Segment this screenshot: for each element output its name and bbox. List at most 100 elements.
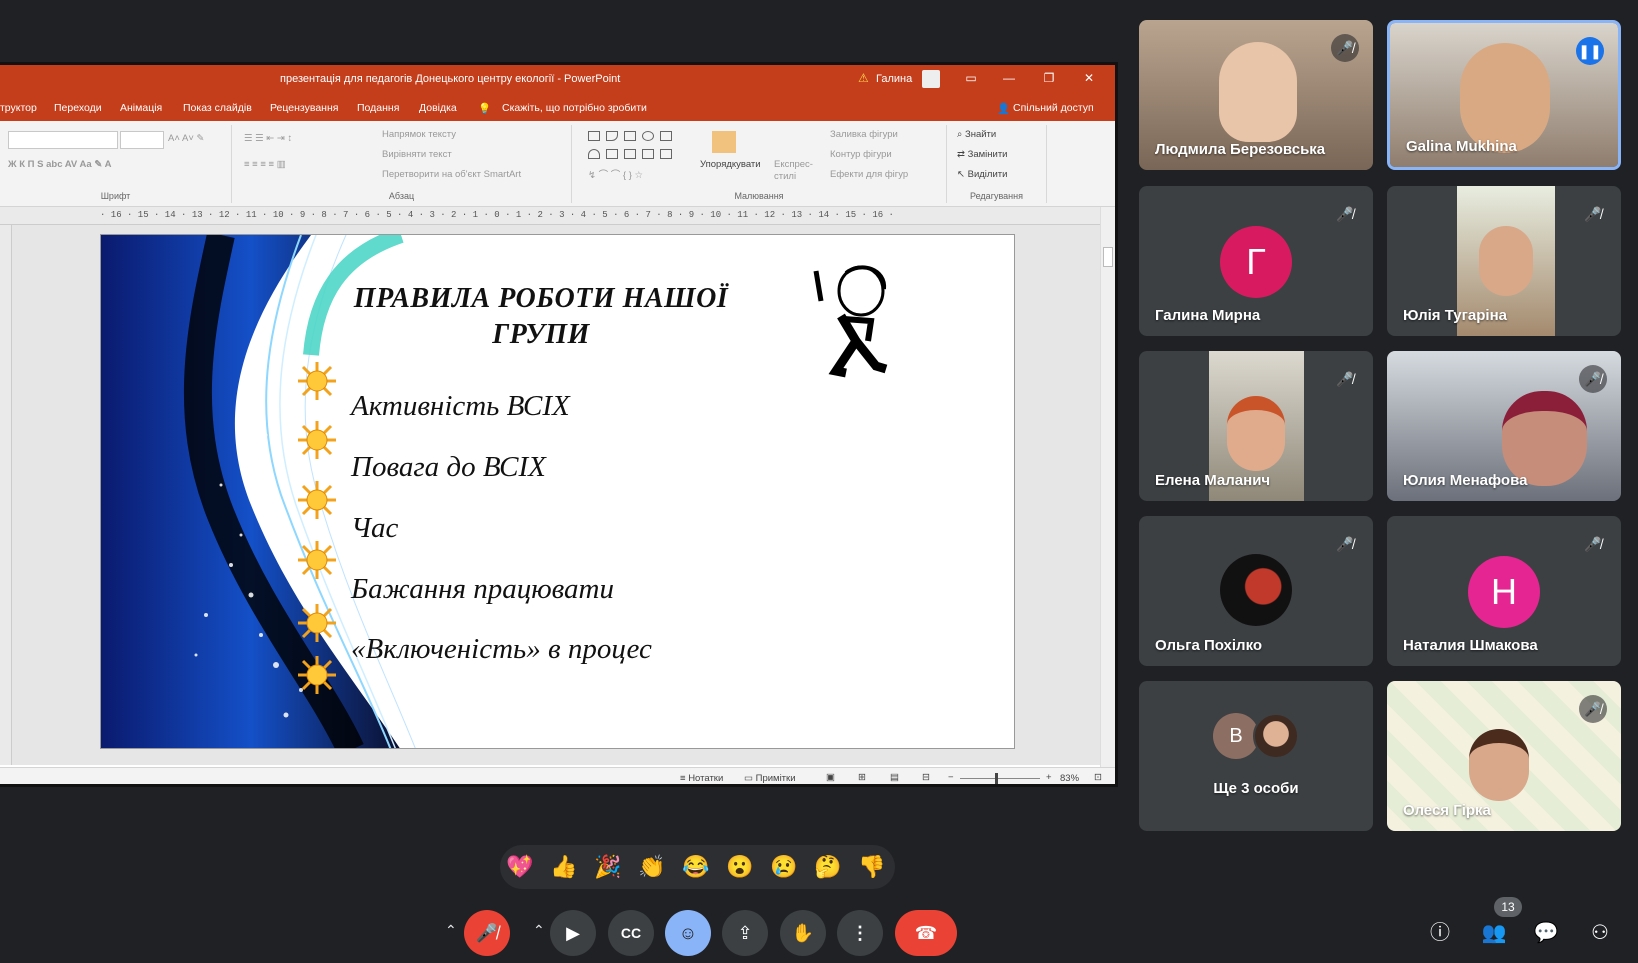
audio-options-chevron-icon[interactable]: ⌃ <box>445 922 457 939</box>
slide-title-line1: ПРАВИЛА РОБОТИ НАШОЇ <box>353 283 729 314</box>
ribbon: A˄ A˅ ✎ Ж К П S abc AV Aa ✎ A Шрифт ☰ ☰ … <box>0 121 1115 207</box>
notes-button[interactable]: ≡ Нотатки <box>680 773 723 784</box>
arrange-icon <box>712 131 736 153</box>
menu-transitions[interactable]: Переходи <box>54 102 102 114</box>
participant-tile[interactable]: Г 🎤̸ Галина Мирна <box>1139 186 1373 336</box>
zoom-slider[interactable] <box>960 778 1040 779</box>
participant-tile[interactable]: 🎤̸ Елена Маланич <box>1139 351 1373 501</box>
menu-slideshow[interactable]: Показ слайдів <box>183 102 252 114</box>
video-options-chevron-icon[interactable]: ⌃ <box>533 922 545 939</box>
menu-view[interactable]: Подання <box>357 102 399 114</box>
slide-bullet-1: Активність ВСІХ <box>351 390 570 422</box>
reaction-laugh[interactable]: 😂 <box>680 851 712 883</box>
menu-help[interactable]: Довідка <box>419 102 457 114</box>
minimize-icon[interactable]: — <box>1000 71 1018 89</box>
camera-icon[interactable]: ▶ <box>550 910 596 956</box>
close-icon[interactable]: ✕ <box>1080 71 1098 89</box>
zoom-level[interactable]: 83% <box>1060 773 1079 784</box>
speaking-icon: ❚❚ <box>1576 37 1604 65</box>
sun-bullet-icon <box>298 604 336 642</box>
user-avatar-icon[interactable] <box>922 70 940 88</box>
participant-tile[interactable]: 🎤̸ Юлия Менафова <box>1387 351 1621 501</box>
shape-outline-button[interactable]: Контур фігури <box>830 149 892 160</box>
avatar <box>1253 713 1299 759</box>
mic-off-icon[interactable]: 🎤̸ <box>464 910 510 956</box>
reading-view-icon[interactable]: ▤ <box>890 772 899 783</box>
vertical-scrollbar[interactable] <box>1100 207 1115 784</box>
people-icon[interactable]: 👥 <box>1476 915 1512 951</box>
participant-tile[interactable]: 🎤̸ Людмила Березовська <box>1139 20 1373 170</box>
text-direction-button[interactable]: Напрямок тексту <box>382 129 456 140</box>
emoji-icon[interactable]: ☺ <box>665 910 711 956</box>
normal-view-icon[interactable]: ▣ <box>826 772 835 783</box>
shape-effects-button[interactable]: Ефекти для фігур <box>830 169 908 180</box>
avatar: Г <box>1220 226 1292 298</box>
fit-slide-icon[interactable]: ⊡ <box>1094 772 1102 783</box>
participant-tile[interactable]: Н 🎤̸ Наталия Шмакова <box>1387 516 1621 666</box>
quick-styles-button[interactable]: Експрес-стилі <box>774 159 820 183</box>
activities-icon[interactable]: ⚇ <box>1582 915 1618 951</box>
reaction-party[interactable]: 🎉 <box>592 851 624 883</box>
participant-name: Людмила Березовська <box>1155 141 1326 158</box>
avatar <box>1220 554 1292 626</box>
hand-icon[interactable]: ✋ <box>780 910 826 956</box>
find-button[interactable]: Знайти <box>965 129 996 140</box>
end-call-icon[interactable]: ☎ <box>895 910 957 956</box>
participant-tile[interactable]: 🎤̸ Ольга Похілко <box>1139 516 1373 666</box>
more-participants-tile[interactable]: В Ще 3 особи <box>1139 681 1373 831</box>
font-group-label: Шрифт <box>100 191 131 201</box>
sorter-view-icon[interactable]: ⊞ <box>858 772 866 783</box>
menu-review[interactable]: Рецензування <box>270 102 338 114</box>
vertical-ruler <box>0 225 12 765</box>
participant-name: Galina Mukhina <box>1406 138 1517 155</box>
person-icon: 👤 <box>997 103 1011 115</box>
ribbon-display-icon[interactable]: ▭ <box>962 71 980 89</box>
face <box>1479 226 1533 296</box>
drawing-group: ↯ ⌒ ⌒ { } ☆ Упорядкувати Експрес-стилі З… <box>572 125 947 203</box>
slide-title-line2: ГРУПИ <box>492 319 590 350</box>
chat-icon[interactable]: 💬 <box>1528 915 1564 951</box>
select-button[interactable]: Виділити <box>968 169 1008 180</box>
slideshow-icon[interactable]: ⊟ <box>922 772 930 783</box>
tell-me-search[interactable]: Скажіть, що потрібно зробити <box>502 102 647 114</box>
participant-tile[interactable]: 🎤̸ Юлія Тугаріна <box>1387 186 1621 336</box>
share-button[interactable]: Спільний доступ <box>1013 102 1094 114</box>
sun-bullet-icon <box>298 362 336 400</box>
arrange-button[interactable]: Упорядкувати <box>700 159 761 170</box>
face <box>1219 42 1297 142</box>
face <box>1469 729 1529 801</box>
more-icon[interactable]: ⋮ <box>837 910 883 956</box>
replace-button[interactable]: Замінити <box>968 149 1008 160</box>
reactions-bar: 💖 👍 🎉 👏 😂 😮 😢 🤔 👎 <box>500 845 895 889</box>
info-icon[interactable]: ⓘ <box>1422 915 1458 951</box>
mic-off-icon: 🎤̸ <box>1336 371 1354 387</box>
menu-animation[interactable]: Анімація <box>120 102 162 114</box>
restore-icon[interactable]: ❐ <box>1040 71 1058 89</box>
reaction-clap[interactable]: 👏 <box>636 851 668 883</box>
smartart-button[interactable]: Перетворити на об'єкт SmartArt <box>382 169 521 180</box>
reaction-surprised[interactable]: 😮 <box>724 851 756 883</box>
captions-icon[interactable]: CC <box>608 910 654 956</box>
participant-tile[interactable]: 🎤̸ Олеся Гірка <box>1387 681 1621 831</box>
reaction-heart[interactable]: 💖 <box>504 851 536 883</box>
reaction-thinking[interactable]: 🤔 <box>812 851 844 883</box>
font-size-field[interactable] <box>120 131 164 149</box>
reaction-thumbs-down[interactable]: 👎 <box>856 851 888 883</box>
sun-bullet-icon <box>298 656 336 694</box>
shape-fill-button[interactable]: Заливка фігури <box>830 129 898 140</box>
menu-design[interactable]: труктор <box>0 102 37 114</box>
horizontal-ruler: · 16 · 15 · 14 · 13 · 12 · 11 · 10 · 9 ·… <box>0 207 1115 225</box>
font-name-field[interactable] <box>8 131 118 149</box>
window-title: презентація для педагогів Донецького цен… <box>280 73 621 85</box>
reaction-sad[interactable]: 😢 <box>768 851 800 883</box>
present-icon[interactable]: ⇪ <box>722 910 768 956</box>
reaction-thumbs-up[interactable]: 👍 <box>548 851 580 883</box>
comments-button[interactable]: ▭ Примітки <box>744 773 796 784</box>
align-text-button[interactable]: Вирівняти текст <box>382 149 452 160</box>
participant-tile-speaking[interactable]: ❚❚ Galina Mukhina <box>1387 20 1621 170</box>
people-count-badge: 13 <box>1494 897 1522 917</box>
paragraph-group-label: Абзац <box>388 191 415 201</box>
slide-bullet-3: Час <box>351 512 399 544</box>
status-bar: ≡ Нотатки ▭ Примітки ▣ ⊞ ▤ ⊟ − + 83% ⊡ <box>0 767 1115 784</box>
sun-bullet-icon <box>298 421 336 459</box>
